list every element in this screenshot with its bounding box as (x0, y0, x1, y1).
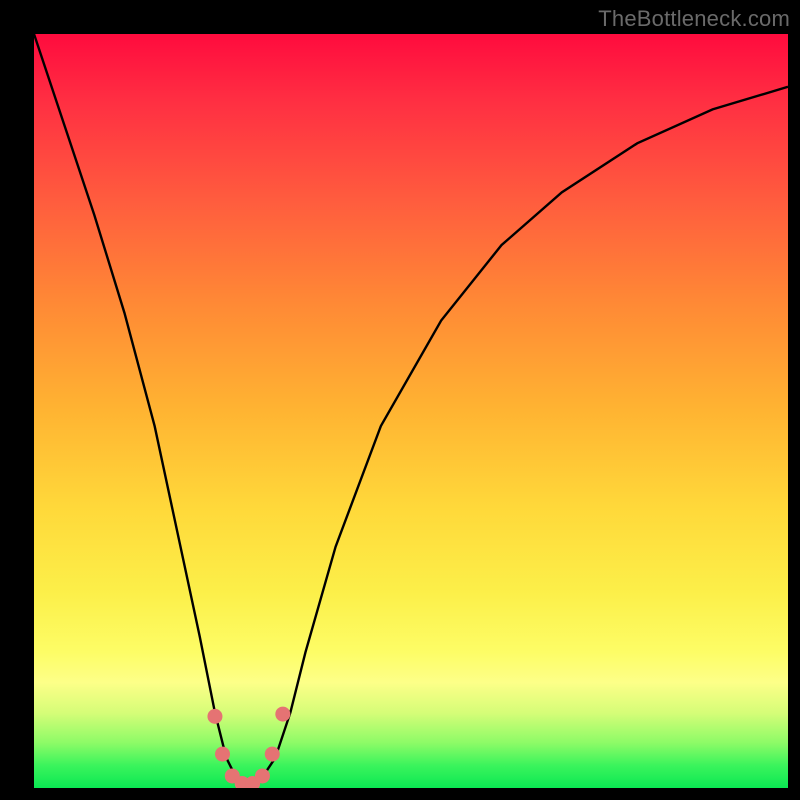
curve-marker-dot (215, 747, 230, 762)
bottleneck-curve (34, 34, 788, 784)
curve-marker-dot (245, 776, 260, 788)
plot-area (34, 34, 788, 788)
curve-marker-dot (265, 747, 280, 762)
outer-frame: TheBottleneck.com (0, 0, 800, 800)
curve-marker-dot (225, 768, 240, 783)
curve-markers (207, 707, 290, 788)
watermark-text: TheBottleneck.com (598, 6, 790, 32)
curve-marker-dot (207, 709, 222, 724)
curve-marker-dot (255, 768, 270, 783)
curve-marker-dot (235, 776, 250, 788)
curve-marker-dot (275, 707, 290, 722)
curve-svg (34, 34, 788, 788)
